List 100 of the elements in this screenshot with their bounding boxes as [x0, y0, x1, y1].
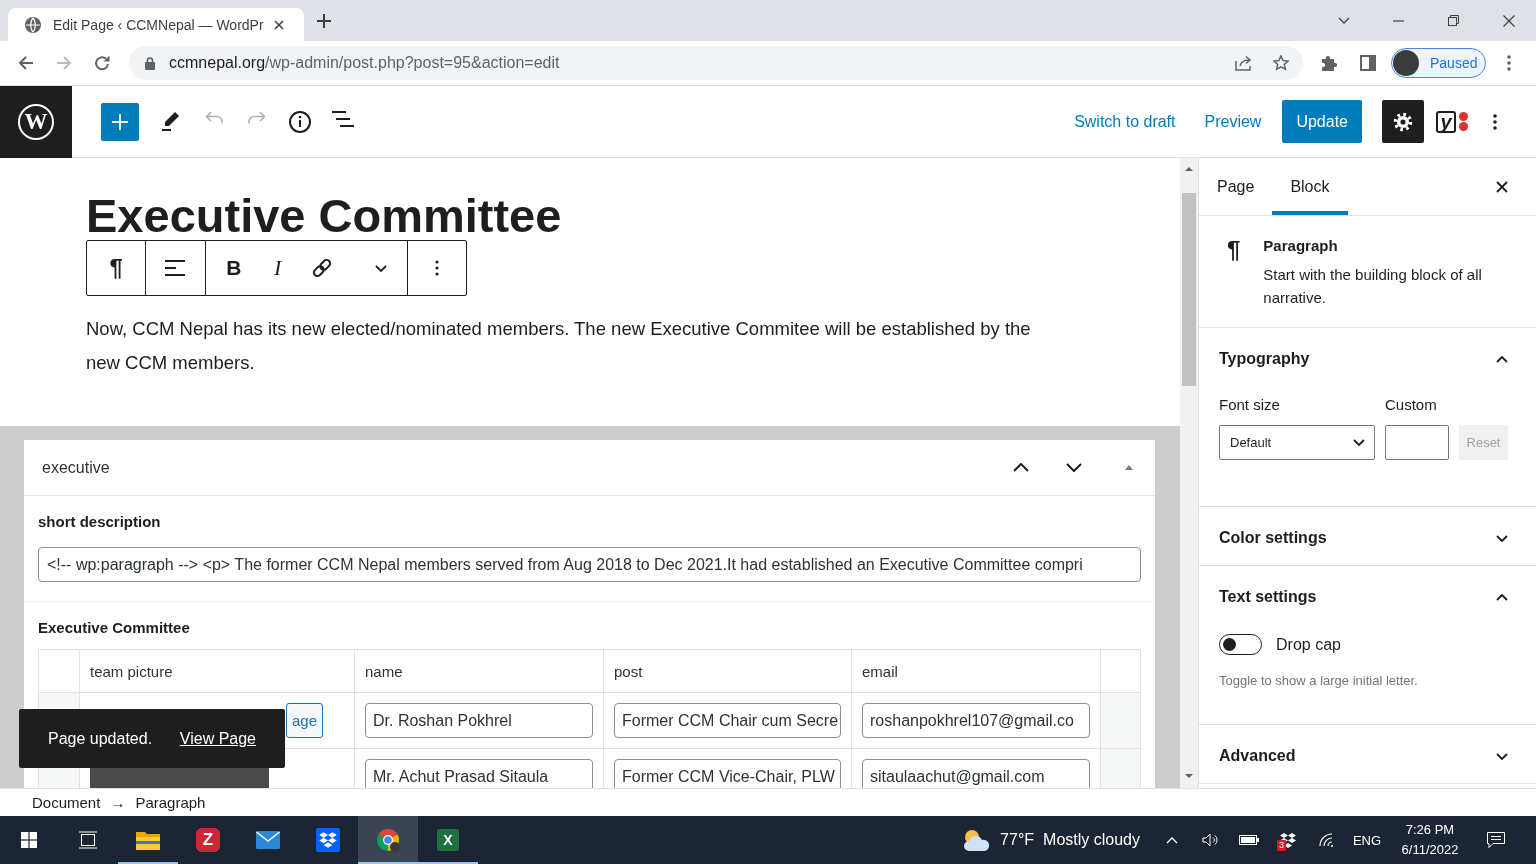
taskbar-button[interactable] [358, 816, 418, 864]
email-field[interactable]: sitaulaachut@gmail.com [862, 759, 1090, 788]
wifi-icon[interactable] [1319, 833, 1335, 847]
field-label: short description [38, 512, 161, 532]
avatar-icon [1393, 50, 1419, 76]
more-vertical-icon [434, 260, 439, 276]
restore-icon[interactable] [1448, 15, 1459, 26]
letter-tile-icon: Z [196, 828, 220, 852]
close-icon[interactable] [274, 19, 284, 30]
link-icon [311, 258, 332, 278]
logo-icon: W [18, 104, 54, 140]
bold-button[interactable]: B [211, 246, 256, 290]
preview-button[interactable]: Preview [1204, 112, 1262, 131]
close-icon[interactable] [1502, 14, 1515, 27]
taskbar-button[interactable]: Z [178, 816, 238, 864]
post-field[interactable]: Former CCM Vice-Chair, PLW [614, 759, 841, 788]
meta-box-title[interactable]: executive [42, 458, 110, 477]
settings-button[interactable] [1382, 100, 1424, 143]
more-vertical-icon[interactable] [1507, 55, 1511, 71]
star-icon[interactable] [1273, 55, 1289, 71]
field-label: Executive Committee [38, 618, 190, 638]
font-size-select[interactable]: Default [1219, 425, 1375, 460]
more-vertical-icon[interactable] [1493, 113, 1497, 130]
block-type-button[interactable]: ¶ [98, 246, 135, 290]
name-field[interactable]: Mr. Achut Prasad Sitaula [365, 759, 593, 788]
arrow-left-icon[interactable] [18, 55, 34, 71]
toggle-label: Drop cap [1276, 635, 1341, 654]
switch-to-draft-button[interactable]: Switch to draft [1074, 112, 1176, 131]
side-panel-icon[interactable] [1360, 55, 1376, 71]
notification-badge: 3 [1277, 839, 1286, 851]
chevron-down-icon [1353, 439, 1365, 446]
pilcrow-icon: ¶ [1227, 238, 1241, 262]
plus-icon [112, 113, 128, 130]
chevron-down-icon [1496, 752, 1508, 760]
taskbar-button[interactable]: X [418, 816, 478, 864]
panel-toggle[interactable]: Typography [1199, 328, 1536, 390]
block-description: Start with the building block of all narrative. [1263, 265, 1483, 308]
snackbar-message: Page updated. [48, 729, 153, 748]
info-icon[interactable] [288, 110, 311, 133]
notifications-icon[interactable] [1487, 832, 1505, 848]
breadcrumb-separator: → [110, 794, 126, 811]
add-block-button[interactable] [101, 102, 139, 141]
folder-icon [136, 830, 160, 850]
font-size-label: Font size [1219, 395, 1281, 415]
triangle-down-icon[interactable] [1185, 774, 1193, 778]
page-title[interactable]: Executive Committee [86, 188, 1180, 244]
cloud-sun-icon[interactable] [961, 828, 992, 852]
address-bar[interactable]: ccmnepal.org/wp-admin/post.php?post=95&action=edit [129, 46, 1303, 80]
chevron-down-icon[interactable] [1337, 17, 1350, 24]
breadcrumb-link[interactable]: Paragraph [135, 794, 206, 811]
weather-temperature: 77°F [1000, 831, 1035, 849]
list-view-icon[interactable] [331, 110, 354, 127]
plus-icon[interactable] [317, 13, 331, 28]
windows-logo-icon[interactable] [21, 832, 37, 848]
short-description-field[interactable]: <!-- wp:paragraph --> <p> The former CCM Nepal members served from Aug 2018 to Dec 2021.It had established an Executive Committee compri [38, 547, 1141, 582]
panel-toggle[interactable]: Color settings [1199, 507, 1536, 565]
box-tile-icon [316, 828, 340, 852]
column-header: email [862, 662, 898, 680]
drop-cap-toggle[interactable] [1219, 634, 1262, 655]
paragraph-text[interactable]: Now, CCM Nepal has its new elected/nominated members. The new Executive Commitee will be established by the new CCM members. [86, 312, 1046, 380]
reload-icon[interactable] [94, 55, 110, 71]
panel-toggle[interactable]: Text settings [1199, 566, 1536, 628]
clock-date[interactable]: 6/11/2022 [1401, 842, 1459, 858]
lock-icon[interactable] [145, 56, 155, 70]
image-button[interactable]: age [286, 703, 324, 738]
close-icon[interactable] [1496, 180, 1508, 193]
dots-icon [1459, 112, 1468, 131]
chevron-down-icon[interactable] [1066, 463, 1082, 472]
panel-toggle[interactable]: Advanced [1199, 725, 1536, 783]
post-field[interactable]: Former CCM Chair cum Secre [614, 703, 841, 738]
minimize-icon[interactable] [1393, 19, 1404, 22]
share-icon[interactable] [1235, 55, 1253, 71]
update-button[interactable]: Update [1282, 100, 1362, 143]
italic-button[interactable]: I [255, 246, 300, 290]
view-page-link[interactable]: View Page [179, 729, 256, 748]
logo-button[interactable]: W [0, 86, 72, 158]
task-view-icon[interactable] [78, 831, 98, 849]
custom-size-field[interactable] [1385, 425, 1449, 460]
breadcrumb-link[interactable]: Document [32, 794, 101, 811]
envelope-icon [256, 830, 280, 850]
triangle-up-icon[interactable] [1125, 465, 1133, 470]
circle-logo-icon [376, 828, 400, 852]
clock-time[interactable]: 7:26 PM [1405, 822, 1455, 838]
battery-icon[interactable] [1239, 835, 1259, 845]
sidebar-tab[interactable]: Page [1199, 158, 1273, 215]
speaker-icon[interactable] [1202, 833, 1218, 847]
puzzle-icon[interactable] [1321, 55, 1337, 71]
name-field[interactable]: Dr. Roshan Pokhrel [365, 703, 593, 738]
browser-tab[interactable]: Edit Page ‹ CCMNepal — WordPr [8, 8, 304, 41]
email-field[interactable]: roshanpokhrel107@gmail.co [862, 703, 1090, 738]
chevron-up-icon [1496, 593, 1508, 601]
language-indicator[interactable]: ENG [1347, 832, 1387, 848]
pencil-icon[interactable] [160, 110, 181, 131]
triangle-up-icon[interactable] [1185, 167, 1193, 171]
profile-button[interactable]: Paused [1391, 48, 1486, 78]
chevron-up-icon [1496, 355, 1508, 363]
sidebar-tab[interactable]: Block [1272, 158, 1348, 215]
chevron-up-icon[interactable] [1013, 463, 1029, 472]
caret-up-icon[interactable] [1166, 836, 1178, 844]
scrollbar-thumb[interactable] [1182, 193, 1196, 386]
